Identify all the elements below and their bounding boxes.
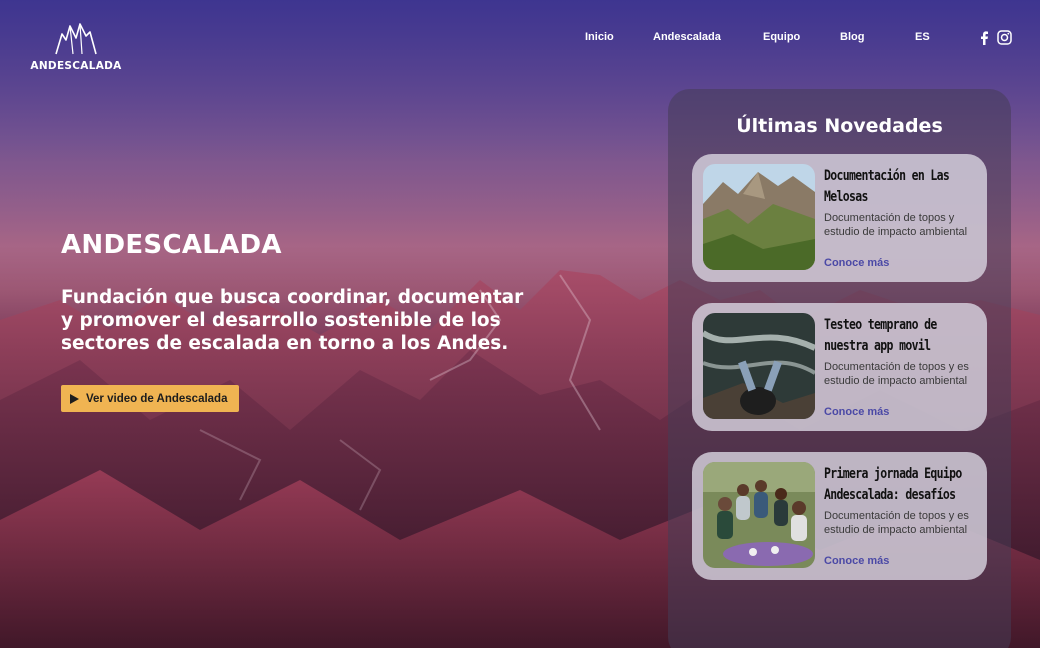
news-panel: Últimas Novedades Documentación en Las M… (668, 89, 1011, 648)
news-card-title: Documentación en Las Melosas (824, 168, 950, 205)
news-card-image (703, 164, 815, 270)
main-nav: Inicio Andescalada Equipo Blog ES (560, 30, 1012, 46)
news-card-image (703, 313, 815, 419)
instagram-icon[interactable] (997, 30, 1012, 45)
read-more-link[interactable]: Conoce más (824, 257, 889, 269)
nav-item-andescalada[interactable]: Andescalada (653, 31, 721, 43)
watch-video-label: Ver video de Andescalada (86, 392, 228, 405)
brand-logo[interactable]: ANDESCALADA (30, 20, 122, 72)
news-card[interactable]: Testeo temprano de nuestra app movil Doc… (692, 303, 987, 431)
nav-item-inicio[interactable]: Inicio (585, 31, 614, 43)
watch-video-button[interactable]: Ver video de Andescalada (61, 385, 239, 412)
news-card-description: Documentación de topos y estudio de impa… (824, 212, 968, 238)
news-card-title: Testeo temprano de nuestra app movil (824, 317, 937, 354)
news-card[interactable]: Documentación en Las Melosas Documentaci… (692, 154, 987, 282)
facebook-icon[interactable] (979, 30, 989, 45)
brand-name: ANDESCALADA (30, 60, 122, 72)
news-panel-title: Últimas Novedades (736, 115, 943, 137)
read-more-link[interactable]: Conoce más (824, 406, 889, 418)
hero-title: ANDESCALADA (61, 230, 282, 260)
news-card-image (703, 462, 815, 568)
mountain-logo-icon (55, 23, 97, 55)
news-card-description: Documentación de topos y es estudio de i… (824, 361, 969, 387)
hero-description: Fundación que busca coordinar, documenta… (61, 287, 524, 354)
nav-item-equipo[interactable]: Equipo (763, 31, 800, 43)
read-more-link[interactable]: Conoce más (824, 555, 889, 567)
nav-item-blog[interactable]: Blog (840, 31, 864, 43)
play-icon (70, 393, 79, 404)
news-card-description: Documentación de topos y es estudio de i… (824, 510, 969, 536)
news-card-title: Primera jornada Equipo Andescalada: desa… (824, 466, 962, 503)
news-card[interactable]: Primera jornada Equipo Andescalada: desa… (692, 452, 987, 580)
language-selector[interactable]: ES (915, 31, 930, 43)
social-links (979, 30, 1012, 45)
